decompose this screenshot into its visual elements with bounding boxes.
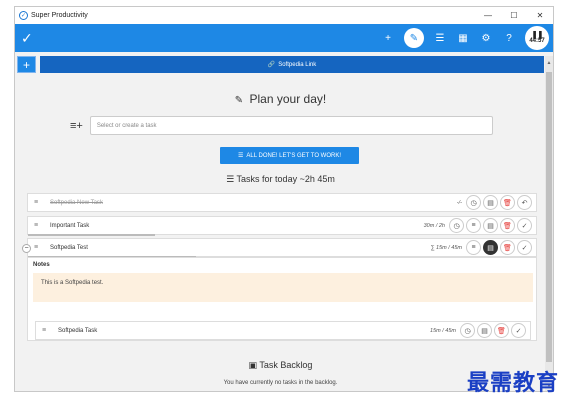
- clock-icon[interactable]: ◷: [449, 218, 464, 233]
- notes-icon[interactable]: ▤: [483, 195, 498, 210]
- task-actions: ◷ ≡ ▤ 🗑 ✓: [449, 218, 532, 233]
- notes-text[interactable]: This is a Softpedia test.: [33, 273, 533, 302]
- backlog-heading: ▣ Task Backlog: [17, 360, 544, 371]
- minimize-button[interactable]: —: [475, 11, 501, 20]
- check-logo-icon[interactable]: ✓: [21, 30, 33, 47]
- add-task-row: ≡+ Select or create a task: [70, 116, 493, 135]
- task-select-input[interactable]: Select or create a task: [89, 116, 493, 135]
- task-time[interactable]: 30m / 2h: [424, 223, 445, 229]
- check-icon[interactable]: ✓: [511, 323, 526, 338]
- task-title[interactable]: Softpedia New Task: [50, 200, 103, 206]
- delete-icon[interactable]: 🗑: [494, 323, 509, 338]
- app-logo-icon: ✓: [19, 11, 28, 20]
- task-row-expanded[interactable]: − ≡ Softpedia Test ∑ 15m / 45m ≡ ▤ 🗑 ✓: [22, 238, 537, 258]
- main-content: ✎ Plan your day! ≡+ Select or create a t…: [17, 73, 544, 391]
- calendar-icon[interactable]: ▦: [456, 31, 470, 45]
- task-title[interactable]: Important Task: [50, 223, 89, 229]
- close-button[interactable]: ✕: [527, 11, 553, 20]
- add-subtask-icon[interactable]: ≡: [466, 240, 481, 255]
- task-row-done[interactable]: ≡ Softpedia New Task -/- ◷ ▤ 🗑 ↶: [27, 193, 537, 212]
- task-actions: ◷ ▤ 🗑 ↶: [466, 195, 532, 210]
- project-link-label: Softpedia Link: [278, 61, 317, 68]
- sub-task-title[interactable]: Softpedia Task: [58, 328, 97, 334]
- delete-icon[interactable]: 🗑: [500, 240, 515, 255]
- tasks-today-label: Tasks for today ~2h 45m: [236, 174, 335, 184]
- pencil-icon: ✎: [234, 95, 244, 106]
- task-time[interactable]: ∑ 15m / 45m: [431, 245, 462, 251]
- drag-handle-icon[interactable]: ≡: [34, 244, 44, 251]
- tasks-today-heading: ☰ Tasks for today ~2h 45m: [17, 174, 544, 185]
- drag-handle-icon[interactable]: ≡: [42, 327, 52, 334]
- settings-gear-icon[interactable]: ⚙: [479, 31, 493, 45]
- task-actions: ◷ ▤ 🗑 ✓: [460, 323, 526, 338]
- maximize-button[interactable]: ☐: [501, 11, 527, 20]
- task-row[interactable]: ≡ Important Task 30m / 2h ◷ ≡ ▤ 🗑 ✓: [27, 216, 537, 236]
- delete-icon[interactable]: 🗑: [500, 218, 515, 233]
- window-title: Super Productivity: [31, 12, 88, 19]
- clock-icon[interactable]: ◷: [466, 195, 481, 210]
- check-icon[interactable]: ✓: [517, 240, 532, 255]
- app-toolbar: ✓ + ✎ ☰ ▦ ⚙ ? ❚❚ 44:57: [15, 24, 553, 52]
- link-icon: 🔗: [267, 62, 276, 68]
- drag-handle-icon[interactable]: ≡: [34, 199, 44, 206]
- all-done-label: ALL DONE! LET'S GET TO WORK!: [246, 152, 341, 159]
- task-time[interactable]: -/-: [457, 200, 462, 206]
- add-subtask-icon[interactable]: ≡: [466, 218, 481, 233]
- backlog-icon: ▣: [248, 360, 258, 370]
- add-project-button[interactable]: +: [17, 56, 36, 73]
- undo-icon[interactable]: ↶: [517, 195, 532, 210]
- notes-label: Notes: [33, 262, 50, 268]
- plan-title: Plan your day!: [249, 92, 327, 106]
- help-icon[interactable]: ?: [502, 31, 516, 45]
- project-link-bar[interactable]: 🔗 Softpedia Link: [40, 56, 544, 73]
- delete-icon[interactable]: 🗑: [500, 195, 515, 210]
- list-icon: ☰: [226, 174, 235, 184]
- plan-heading: ✎ Plan your day!: [17, 92, 544, 106]
- add-task-icon[interactable]: +: [381, 31, 395, 45]
- notes-icon[interactable]: ▤: [483, 218, 498, 233]
- scrollbar-thumb[interactable]: [546, 72, 552, 362]
- task-actions: ≡ ▤ 🗑 ✓: [466, 240, 532, 255]
- task-title[interactable]: Softpedia Test: [50, 245, 88, 251]
- sub-task-row[interactable]: ≡ Softpedia Task 15m / 45m ◷ ▤ 🗑 ✓: [35, 321, 531, 340]
- window-controls: — ☐ ✕: [475, 11, 553, 20]
- collapse-icon[interactable]: −: [22, 244, 31, 253]
- clock-icon[interactable]: ◷: [460, 323, 475, 338]
- pause-icon: ❚❚: [531, 30, 543, 39]
- drag-handle-icon[interactable]: ≡: [34, 222, 44, 229]
- project-bar: + 🔗 Softpedia Link: [17, 56, 544, 73]
- watermark-logo: 最需教育: [466, 370, 559, 396]
- list-icon: ☰: [237, 153, 244, 159]
- check-icon[interactable]: ✓: [517, 218, 532, 233]
- backlog-empty-text: You have currently no tasks in the backl…: [223, 380, 338, 386]
- timer-value: 44:57: [529, 38, 545, 44]
- backlog-title: Task Backlog: [259, 360, 313, 370]
- notes-icon[interactable]: ▤: [483, 240, 498, 255]
- sub-task-time[interactable]: 15m / 45m: [430, 328, 456, 334]
- scroll-up-icon[interactable]: ▲: [545, 60, 553, 66]
- app-window: ✓ Super Productivity — ☐ ✕ ✓ + ✎ ☰ ▦ ⚙ ?…: [14, 6, 554, 392]
- all-done-button[interactable]: ☰ ALL DONE! LET'S GET TO WORK!: [220, 147, 359, 164]
- task-progress-bar: [28, 234, 155, 236]
- pomodoro-timer-button[interactable]: ❚❚ 44:57: [525, 26, 549, 50]
- vertical-scrollbar[interactable]: ▲ ▼: [545, 56, 553, 391]
- list-icon[interactable]: ☰: [433, 31, 447, 45]
- playlist-add-icon: ≡+: [70, 119, 83, 132]
- title-bar: ✓ Super Productivity — ☐ ✕: [15, 7, 553, 24]
- notes-icon[interactable]: ▤: [477, 323, 492, 338]
- pencil-icon[interactable]: ✎: [404, 28, 424, 48]
